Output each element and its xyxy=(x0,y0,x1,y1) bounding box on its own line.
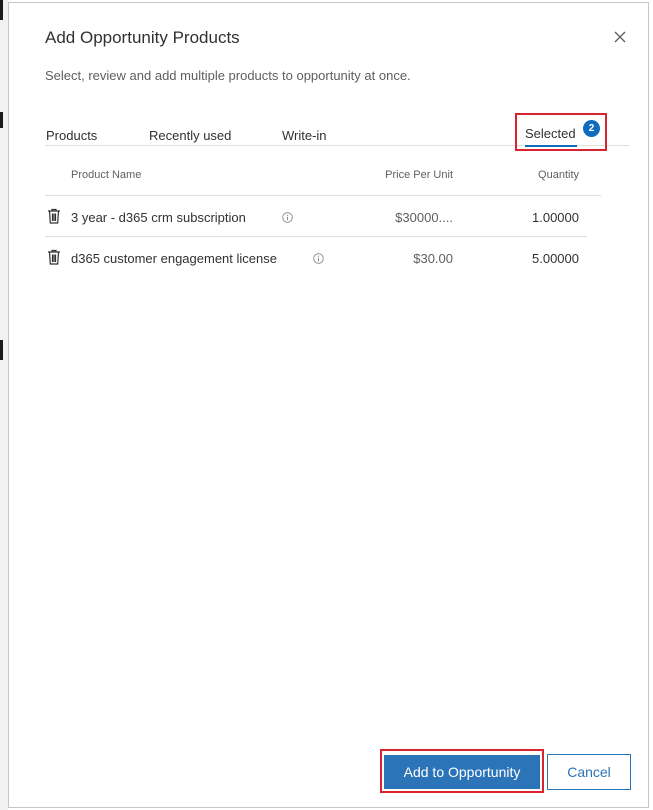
product-name: d365 customer engagement license xyxy=(71,251,277,266)
quantity: 1.00000 xyxy=(532,210,579,225)
quantity: 5.00000 xyxy=(532,251,579,266)
dialog-subtitle: Select, review and add multiple products… xyxy=(45,68,411,83)
column-header-price: Price Per Unit xyxy=(385,169,453,181)
column-header-product-name: Product Name xyxy=(71,169,142,181)
info-icon[interactable] xyxy=(313,253,324,264)
tab-recently-used[interactable]: Recently used xyxy=(149,128,231,143)
add-opportunity-products-dialog: Add Opportunity Products Select, review … xyxy=(8,2,649,808)
background-edge xyxy=(0,0,8,810)
table-header: Product Name Price Per Unit Quantity xyxy=(45,161,601,196)
product-name: 3 year - d365 crm subscription xyxy=(71,210,246,225)
price-per-unit: $30000.... xyxy=(395,210,453,225)
add-to-opportunity-button[interactable]: Add to Opportunity xyxy=(384,755,540,789)
selected-tab-highlight xyxy=(515,113,607,151)
background-mark xyxy=(0,0,3,20)
table-row: 3 year - d365 crm subscription $30000...… xyxy=(45,196,587,237)
close-icon[interactable] xyxy=(612,29,628,45)
cancel-button[interactable]: Cancel xyxy=(547,754,631,790)
info-icon[interactable] xyxy=(282,212,293,223)
background-mark xyxy=(0,112,3,128)
column-header-quantity: Quantity xyxy=(538,169,579,181)
background-mark xyxy=(0,340,3,360)
tab-write-in[interactable]: Write-in xyxy=(282,128,327,143)
tab-products[interactable]: Products xyxy=(46,128,97,143)
price-per-unit: $30.00 xyxy=(413,251,453,266)
trash-icon[interactable] xyxy=(47,249,61,265)
trash-icon[interactable] xyxy=(47,208,61,224)
dialog-title: Add Opportunity Products xyxy=(45,28,240,47)
table-row: d365 customer engagement license $30.00 … xyxy=(45,237,587,277)
